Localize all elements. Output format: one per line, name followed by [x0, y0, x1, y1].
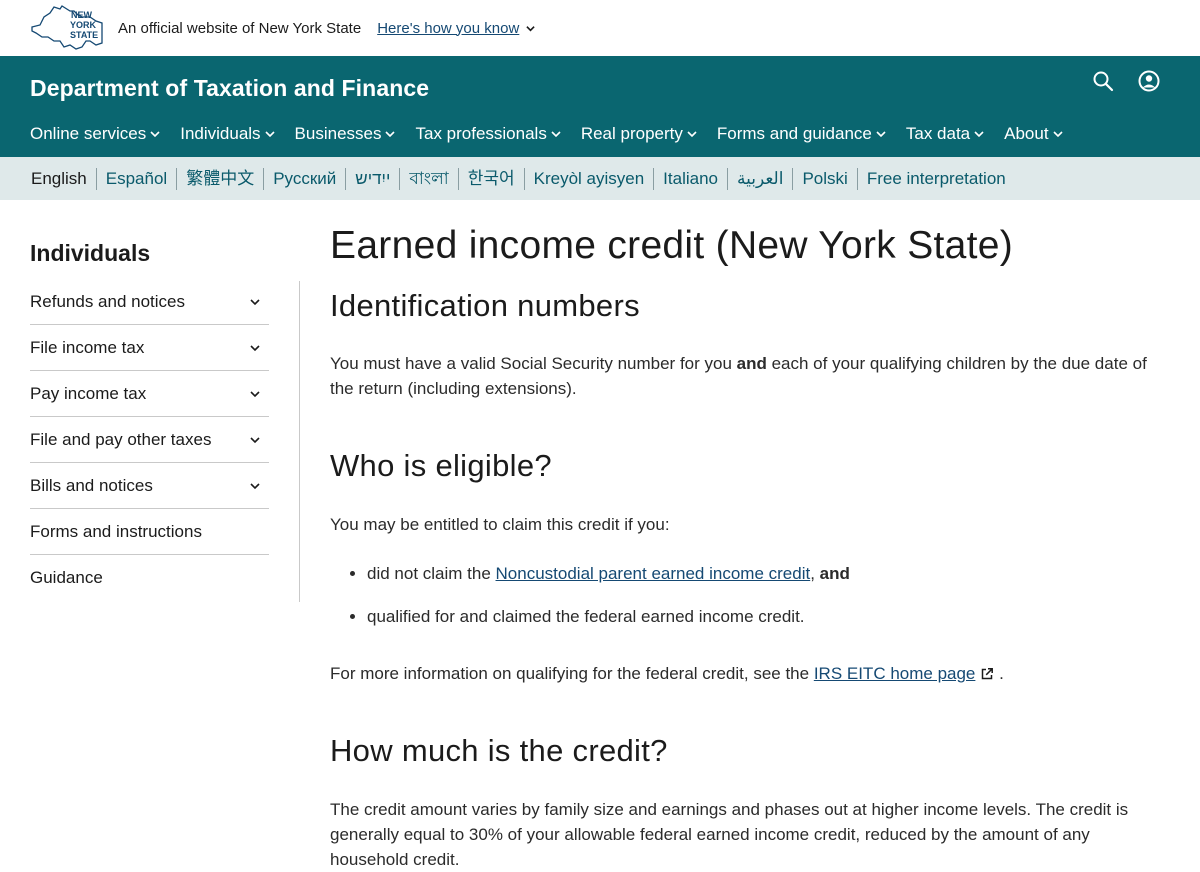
external-link-icon	[982, 668, 994, 680]
lang-bengali[interactable]: বাংলা	[399, 167, 457, 190]
heading-who-is-eligible: Who is eligible?	[330, 448, 552, 483]
search-icon[interactable]	[1092, 70, 1114, 92]
sidebar-item-label: Forms and instructions	[30, 521, 202, 541]
bullet1-bold: and	[819, 564, 850, 583]
nav-label: Forms and guidance	[716, 124, 872, 143]
lang-chinese[interactable]: 繁體中文	[176, 167, 263, 190]
nav-label: About	[1004, 124, 1049, 143]
sidebar-item-label: Guidance	[30, 567, 103, 587]
eligibility-list: did not claim the Noncustodial parent ea…	[330, 561, 1170, 629]
lang-arabic[interactable]: العربية	[727, 167, 792, 190]
header-icons	[1092, 70, 1160, 92]
sidebar-divider	[299, 281, 300, 602]
nav-label: Individuals	[180, 124, 261, 143]
sidebar-title: Individuals	[30, 240, 151, 266]
chevron-down-icon	[385, 131, 396, 138]
sidebar-item-forms-and-instructions[interactable]: Forms and instructions	[30, 509, 269, 555]
nav-tax-data[interactable]: Tax data	[906, 124, 984, 144]
chevron-down-icon	[250, 482, 260, 489]
sidebar-item-label: File and pay other taxes	[30, 429, 212, 449]
chevron-down-icon	[250, 390, 260, 397]
language-bar: English Español 繁體中文 Русский ייִדיש বাংল…	[0, 157, 1200, 200]
identification-paragraph: You must have a valid Social Security nu…	[330, 351, 1170, 401]
noncustodial-parent-credit-link[interactable]: Noncustodial parent earned income credit	[496, 564, 811, 583]
logo-text-york: YORK	[70, 20, 97, 30]
heading-identification-numbers: Identification numbers	[330, 288, 640, 323]
nav-forms-and-guidance[interactable]: Forms and guidance	[717, 124, 886, 144]
main-nav: Online services Individuals Businesses T…	[30, 124, 1083, 144]
lang-english[interactable]: English	[22, 168, 96, 190]
logo-text-new: NEW	[71, 10, 93, 20]
id-text-bold: and	[736, 354, 767, 373]
bullet1-separator: ,	[810, 564, 820, 583]
nys-logo[interactable]: NEW YORK STATE	[30, 5, 104, 51]
nav-tax-professionals[interactable]: Tax professionals	[415, 124, 561, 144]
chevron-down-icon	[687, 131, 697, 138]
chevron-down-icon	[250, 344, 260, 351]
department-title-link[interactable]: Department of Taxation and Finance	[30, 75, 429, 102]
sidebar-item-file-and-pay-other-taxes[interactable]: File and pay other taxes	[30, 417, 269, 463]
nav-label: Tax professionals	[415, 124, 547, 143]
lang-free-interpretation[interactable]: Free interpretation	[856, 167, 1015, 190]
id-text-1: You must have a valid Social Security nu…	[330, 354, 737, 373]
sidebar: Individuals Refunds and notices File inc…	[30, 240, 269, 600]
lang-spanish[interactable]: Español	[95, 167, 176, 190]
lang-haitian-creole[interactable]: Kreyòl ayisyen	[523, 167, 654, 190]
list-item: did not claim the Noncustodial parent ea…	[367, 561, 1170, 586]
official-website-text: An official website of New York State	[118, 19, 362, 37]
chevron-down-icon	[876, 131, 886, 138]
bullet1-text: did not claim the	[367, 564, 496, 583]
nav-about[interactable]: About	[1004, 124, 1063, 144]
heading-how-much-is-the-credit: How much is the credit?	[330, 733, 668, 768]
nav-businesses[interactable]: Businesses	[295, 124, 396, 144]
chevron-down-icon	[250, 298, 260, 305]
sidebar-list: Refunds and notices File income tax Pay …	[30, 279, 269, 600]
how-you-know-label: Here's how you know	[377, 19, 520, 37]
irs-eitc-link[interactable]: IRS EITC home page	[814, 664, 995, 683]
chevron-down-icon	[974, 131, 984, 138]
sidebar-item-file-income-tax[interactable]: File income tax	[30, 325, 269, 371]
chevron-down-icon	[264, 131, 275, 138]
more-info-end: .	[994, 664, 1004, 683]
credit-paragraph: The credit amount varies by family size …	[330, 800, 1129, 869]
page-title: Earned income credit (New York State)	[330, 224, 1014, 267]
nav-online-services[interactable]: Online services	[30, 124, 160, 144]
chevron-down-icon	[1053, 131, 1063, 138]
site-header: Department of Taxation and Finance Onlin…	[0, 56, 1200, 157]
chevron-down-icon	[526, 25, 535, 31]
sidebar-item-label: Bills and notices	[30, 475, 153, 495]
user-account-icon[interactable]	[1138, 70, 1160, 92]
sidebar-item-bills-and-notices[interactable]: Bills and notices	[30, 463, 269, 509]
irs-eitc-link-label: IRS EITC home page	[813, 664, 976, 683]
sidebar-item-label: Pay income tax	[30, 383, 147, 403]
more-info-text: For more information on qualifying for t…	[330, 664, 814, 683]
more-info-paragraph: For more information on qualifying for t…	[330, 661, 1170, 686]
sidebar-item-guidance[interactable]: Guidance	[30, 555, 269, 600]
nav-real-property[interactable]: Real property	[581, 124, 697, 144]
sidebar-item-pay-income-tax[interactable]: Pay income tax	[30, 371, 269, 417]
nav-label: Real property	[580, 124, 683, 143]
eligible-intro: You may be entitled to claim this credit…	[330, 515, 670, 534]
logo-text-state: STATE	[70, 30, 98, 40]
lang-yiddish[interactable]: ייִדיש	[345, 167, 399, 190]
official-banner: NEW YORK STATE An official website of Ne…	[0, 0, 1200, 56]
main-content: Earned income credit (New York State) Id…	[330, 222, 1170, 872]
lang-russian[interactable]: Русский	[263, 167, 345, 190]
lang-polish[interactable]: Polski	[792, 167, 856, 190]
sidebar-item-label: Refunds and notices	[30, 291, 185, 311]
list-item: qualified for and claimed the federal ea…	[367, 604, 1170, 629]
chevron-down-icon	[150, 131, 160, 138]
lang-korean[interactable]: 한국어	[457, 167, 524, 190]
nav-label: Online services	[30, 124, 147, 143]
nav-individuals[interactable]: Individuals	[180, 124, 275, 144]
lang-italian[interactable]: Italiano	[653, 167, 727, 190]
nav-label: Businesses	[294, 124, 382, 143]
chevron-down-icon	[250, 436, 260, 443]
chevron-down-icon	[551, 131, 561, 138]
how-you-know-link[interactable]: Here's how you know	[377, 20, 535, 37]
sidebar-item-refunds-and-notices[interactable]: Refunds and notices	[30, 279, 269, 325]
nav-label: Tax data	[905, 124, 971, 143]
sidebar-item-label: File income tax	[30, 337, 145, 357]
